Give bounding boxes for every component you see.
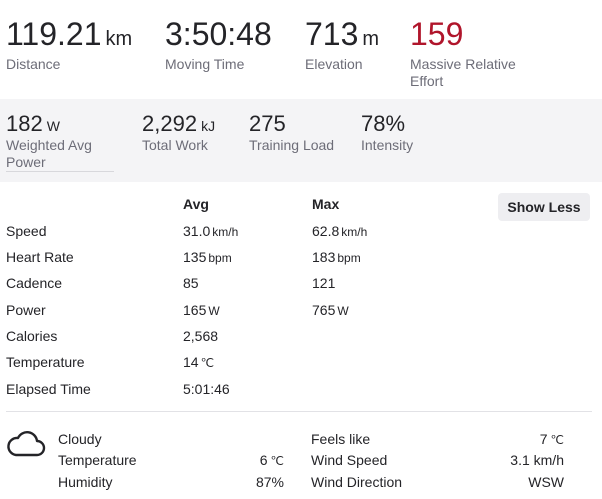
row-label-calories: Calories [6,328,58,344]
row-label-speed: Speed [6,223,47,239]
weather-wind-speed-value: 3.1 km/h [510,452,564,468]
stat-moving-time-label: Moving Time [165,56,245,72]
row-avg-cadence: 85 [183,275,199,291]
row-avg-power-unit: W [208,304,220,318]
avg-column-header: Avg [183,196,209,212]
row-label-temperature: Temperature [6,354,85,370]
stat-total-work-label: Total Work [142,137,208,153]
row-avg-temperature-value: 14 [183,354,199,370]
stat-relative-effort-value: 159 [410,16,464,52]
stat-distance: 119.21 km Distance [6,18,132,73]
weather-condition: Cloudy [58,431,102,447]
weather-humidity-label: Humidity [58,474,113,490]
show-less-button[interactable]: Show Less [498,193,590,221]
stat-elevation-label: Elevation [305,56,363,72]
stat-elevation: 713 m Elevation [305,18,379,73]
stat-relative-effort: 159 Massive Relative Effort [410,18,516,90]
stat-moving-time-value: 3:50:48 [165,16,272,52]
weather-feels-like-number: 7 [539,431,548,447]
row-max-power-unit: W [337,304,349,318]
stat-weighted-power-label-2: Power [6,154,46,170]
row-max-heart-rate-unit: bpm [337,251,361,265]
stat-intensity: 78% Intensity [361,113,413,154]
stat-total-work-value: 2,292 [142,111,198,136]
row-label-elapsed-time: Elapsed Time [6,381,91,397]
row-max-speed: 62.8 km/h [312,223,367,239]
row-avg-power: 165 W [183,302,220,318]
stat-weighted-power-value: 182 [6,111,43,136]
row-avg-power-value: 165 [183,302,207,318]
stat-weighted-power-label-1: Weighted Avg [6,137,92,153]
row-max-speed-unit: km/h [341,225,368,239]
stat-distance-value-wrap: 119.21 km [6,18,132,50]
row-avg-heart-rate-value: 135 [183,249,207,265]
stat-moving-time: 3:50:48 Moving Time [165,18,272,73]
stat-total-work: 2,292 kJ Total Work [142,113,215,154]
weighted-power-underline [6,171,114,172]
stat-training-load: 275 Training Load [249,113,334,154]
row-max-heart-rate-value: 183 [312,249,336,265]
weather-wind-direction-label: Wind Direction [311,474,403,490]
weather-temperature-number: 6 [259,452,268,468]
row-max-power: 765 W [312,302,349,318]
stat-elevation-unit: m [362,28,380,50]
row-max-heart-rate: 183 bpm [312,249,361,265]
stat-weighted-power: 182 W Weighted Avg Power [6,113,92,171]
row-max-power-value: 765 [312,302,336,318]
row-avg-heart-rate: 135 bpm [183,249,232,265]
weather-humidity-value: 87% [255,474,284,490]
stat-relative-effort-label-1: Massive Relative [410,56,516,72]
stat-training-load-value: 275 [249,111,286,136]
stat-intensity-label: Intensity [361,137,414,153]
stat-distance-unit: km [105,28,133,50]
section-divider [6,411,592,412]
row-avg-calories: 2,568 [183,328,219,344]
weather-wind-direction-value: WSW [528,474,564,490]
stat-distance-value: 119.21 [6,16,102,52]
stat-training-load-label: Training Load [249,137,335,153]
row-label-cadence: Cadence [6,275,63,291]
stat-weighted-power-unit: W [46,118,60,134]
row-avg-speed-unit: km/h [212,225,239,239]
weather-wind-speed-label: Wind Speed [311,452,388,468]
row-avg-temperature: 14 ℃ [183,354,214,370]
weather-temperature-label: Temperature [58,452,137,468]
weather-feels-like-label: Feels like [311,431,371,447]
stat-intensity-value: 78% [361,111,406,136]
row-avg-temperature-unit: ℃ [200,356,215,370]
stat-distance-label: Distance [6,56,61,72]
row-label-power: Power [6,302,46,318]
row-avg-speed: 31.0 km/h [183,223,238,239]
row-avg-elapsed-time: 5:01:46 [183,381,230,397]
stat-weighted-power-value-wrap: 182 W [6,113,92,135]
weather-feels-like-value: 7 ℃ [494,431,564,447]
row-avg-heart-rate-unit: bpm [208,251,232,265]
stat-total-work-unit: kJ [201,118,216,134]
stat-elevation-value-wrap: 713 m [305,18,379,50]
weather-temperature-unit: ℃ [270,454,284,468]
weather-feels-like-unit: ℃ [550,433,564,447]
row-avg-speed-value: 31.0 [183,223,211,239]
row-label-heart-rate: Heart Rate [6,249,74,265]
max-column-header: Max [312,196,340,212]
stat-relative-effort-label-2: Effort [410,73,444,89]
stat-elevation-value: 713 [305,16,359,52]
weather-temperature-value: 6 ℃ [240,452,284,468]
cloud-icon [6,426,46,465]
stat-total-work-value-wrap: 2,292 kJ [142,113,215,135]
row-max-speed-value: 62.8 [312,223,340,239]
row-max-cadence: 121 [312,275,336,291]
